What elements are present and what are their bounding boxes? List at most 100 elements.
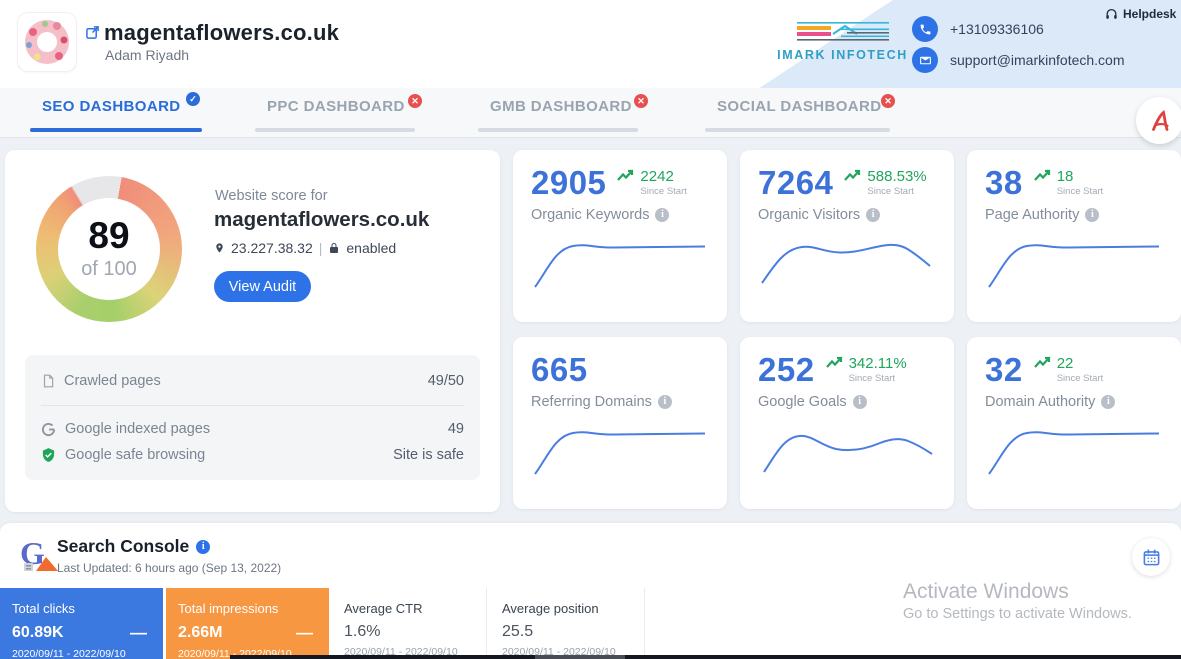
score-value: 89 <box>88 217 129 254</box>
stat-trend-dash: — <box>296 623 317 643</box>
metric-card-organic-keywords: 2905 2242Since Start Organic Keywords <box>513 150 727 322</box>
stat-value: 60.89K <box>12 624 64 642</box>
tab-seo-dashboard[interactable]: SEO DASHBOARD <box>42 98 181 115</box>
row-value: 49/50 <box>428 373 464 389</box>
tab-social-dashboard[interactable]: SOCIAL DASHBOARD <box>717 98 881 115</box>
tab-gmb-dashboard[interactable]: GMB DASHBOARD <box>490 98 632 115</box>
info-icon[interactable] <box>658 395 672 409</box>
safe-browsing-row: Google safe browsing Site is safe <box>41 447 464 463</box>
info-icon[interactable] <box>1101 395 1115 409</box>
stat-label: Average position <box>502 601 632 616</box>
email-address[interactable]: support@imarkinfotech.com <box>950 52 1125 68</box>
info-icon[interactable] <box>196 540 210 554</box>
lock-icon <box>328 241 340 255</box>
bottom-scroll-thumb[interactable] <box>535 655 625 659</box>
site-logo <box>18 13 76 71</box>
metric-value: 252 <box>758 353 815 386</box>
helpdesk-label: Helpdesk <box>1123 7 1176 21</box>
phone-number[interactable]: +13109336106 <box>950 21 1044 37</box>
ssl-status: enabled <box>346 240 396 256</box>
headset-icon <box>1105 8 1118 21</box>
trend-since: Since Start <box>640 187 686 197</box>
trend-value: 22 <box>1057 356 1103 373</box>
info-icon[interactable] <box>866 208 880 222</box>
trend-since: Since Start <box>1057 187 1103 197</box>
metric-sparkline <box>983 420 1165 482</box>
metric-sparkline <box>529 420 711 482</box>
header: magentaflowers.co.uk Adam Riyadh IMARK I… <box>0 0 1181 88</box>
tab-ppc-dashboard[interactable]: PPC DASHBOARD <box>267 98 405 115</box>
metric-label: Google Goals <box>758 394 847 410</box>
helpdesk-link[interactable]: Helpdesk <box>1105 7 1176 21</box>
ip-address: 23.227.38.32 <box>231 240 313 256</box>
metric-value: 2905 <box>531 166 606 199</box>
panel-divider <box>41 405 464 406</box>
site-title[interactable]: magentaflowers.co.uk <box>104 20 339 46</box>
tab-social-close-badge[interactable] <box>881 94 895 108</box>
stat-average-ctr[interactable]: Average CTR 1.6% 2020/09/11 - 2022/09/10 <box>332 588 487 659</box>
tab-ppc-close-badge[interactable] <box>408 94 422 108</box>
metric-label: Organic Keywords <box>531 207 649 223</box>
trend-up-icon <box>1033 169 1053 183</box>
row-value: 49 <box>448 421 464 437</box>
bottom-scroll-strip[interactable] <box>230 655 1181 659</box>
phone-icon <box>912 16 938 42</box>
trend-up-icon <box>843 169 863 183</box>
row-value: Site is safe <box>393 447 464 463</box>
meta-separator: | <box>319 240 323 256</box>
score-of-label: of 100 <box>81 258 137 281</box>
metric-card-page-authority: 38 18Since Start Page Authority <box>967 150 1181 322</box>
metric-label: Referring Domains <box>531 394 652 410</box>
tab-gmb-close-badge[interactable] <box>634 94 648 108</box>
info-icon[interactable] <box>655 208 669 222</box>
metric-sparkline <box>529 233 711 295</box>
crawl-stats-panel: Crawled pages 49/50 Google indexed pages… <box>25 355 480 480</box>
download-pdf-button[interactable] <box>1136 97 1181 144</box>
row-label: Google safe browsing <box>65 447 205 463</box>
metric-value: 665 <box>531 353 588 386</box>
stat-label: Total impressions <box>178 601 317 616</box>
website-score-intro: Website score for <box>215 188 328 204</box>
view-audit-button[interactable]: View Audit <box>214 271 311 302</box>
email-contact[interactable]: support@imarkinfotech.com <box>912 47 1125 73</box>
activate-windows-watermark: Activate Windows <box>903 580 1069 604</box>
stat-range: 2020/09/11 - 2022/09/10 <box>12 648 151 659</box>
tab-social-underline <box>705 128 890 132</box>
date-range-button[interactable] <box>1132 538 1170 576</box>
phone-contact[interactable]: +13109336106 <box>912 16 1044 42</box>
activate-windows-hint: Go to Settings to activate Windows. <box>903 606 1132 622</box>
metric-sparkline <box>756 420 938 482</box>
stat-total-impressions[interactable]: Total impressions 2.66M — 2020/09/11 - 2… <box>166 588 329 659</box>
trend-up-icon <box>1033 356 1053 370</box>
stat-value: 1.6% <box>344 623 380 641</box>
website-score-card: 89 of 100 Website score for magentaflowe… <box>5 150 500 512</box>
email-icon <box>912 47 938 73</box>
indexed-pages-row: Google indexed pages 49 <box>41 421 464 437</box>
search-console-updated: Last Updated: 6 hours ago (Sep 13, 2022) <box>57 561 281 575</box>
metric-card-organic-visitors: 7264 588.53%Since Start Organic Visitors <box>740 150 954 322</box>
brand-logo: IMARK INFOTECH <box>775 22 910 62</box>
tab-gmb-underline <box>478 128 638 132</box>
calendar-icon <box>1142 548 1161 567</box>
info-icon[interactable] <box>853 395 867 409</box>
stat-average-position[interactable]: Average position 25.5 2020/09/11 - 2022/… <box>490 588 645 659</box>
site-owner: Adam Riyadh <box>105 47 189 63</box>
external-link-icon[interactable] <box>86 26 99 39</box>
metric-card-referring-domains: 665 Referring Domains <box>513 337 727 509</box>
stat-value: 25.5 <box>502 623 533 641</box>
stat-label: Total clicks <box>12 601 151 616</box>
trend-up-icon <box>616 169 636 183</box>
metric-value: 32 <box>985 353 1023 386</box>
metric-card-google-goals: 252 342.11%Since Start Google Goals <box>740 337 954 509</box>
document-icon <box>41 373 55 389</box>
search-console-title: Search Console <box>57 536 189 557</box>
pdf-icon <box>1148 109 1172 133</box>
stat-value: 2.66M <box>178 624 222 642</box>
trend-value: 2242 <box>640 169 686 186</box>
trend-up-icon <box>825 356 845 370</box>
flower-logo-icon <box>23 18 71 66</box>
metric-sparkline <box>983 233 1165 295</box>
stat-total-clicks[interactable]: Total clicks 60.89K — 2020/09/11 - 2022/… <box>0 588 163 659</box>
info-icon[interactable] <box>1085 208 1099 222</box>
google-icon <box>41 422 56 437</box>
